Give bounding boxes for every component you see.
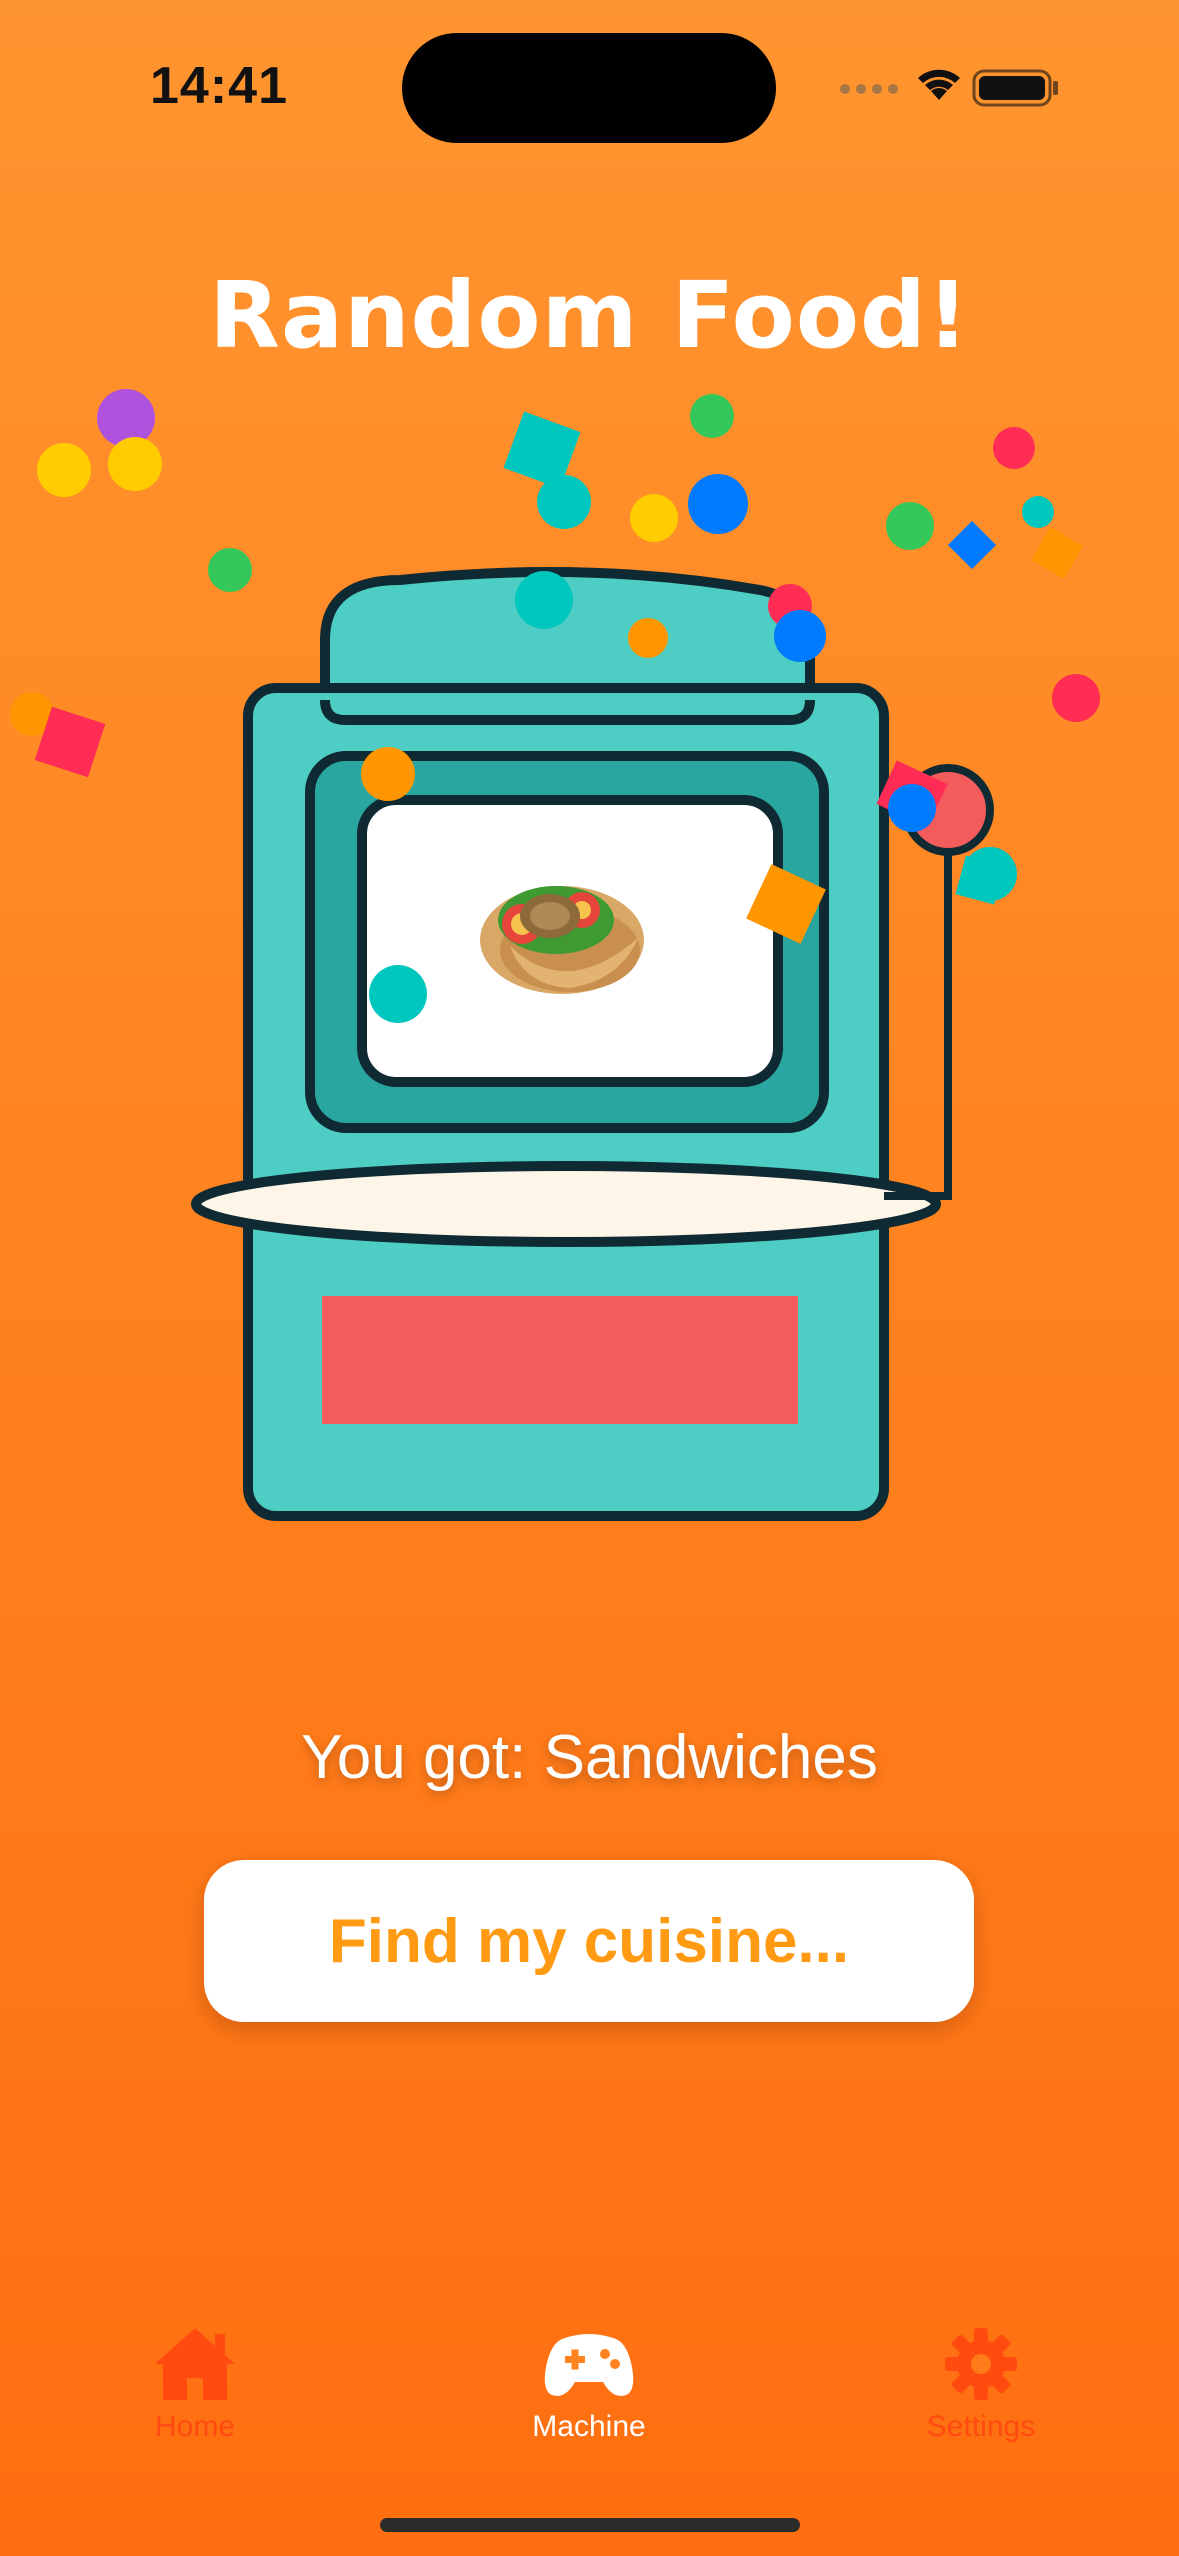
- home-indicator[interactable]: [380, 2518, 800, 2532]
- gear-icon: [945, 2328, 1017, 2400]
- house-icon: [155, 2328, 235, 2400]
- slot-machine-illustration: [10, 389, 1100, 1521]
- slot-machine: [191, 567, 994, 1521]
- tab-settings-label: Settings: [926, 2410, 1036, 2443]
- tab-bar: Home Machine Settings: [0, 2300, 1179, 2500]
- coin-slot: [322, 1296, 798, 1424]
- tab-machine-label: Machine: [532, 2410, 646, 2443]
- tab-machine[interactable]: Machine: [459, 2300, 719, 2460]
- tab-home-label: Home: [154, 2410, 236, 2443]
- find-cuisine-button[interactable]: Find my cuisine...: [204, 1860, 974, 2022]
- gamecontroller-icon: [544, 2334, 634, 2396]
- tab-settings[interactable]: Settings: [851, 2300, 1111, 2460]
- pita-sandwich-icon: [480, 886, 644, 994]
- tab-home[interactable]: Home: [65, 2300, 325, 2460]
- result-text: You got: Sandwiches: [301, 1723, 878, 1792]
